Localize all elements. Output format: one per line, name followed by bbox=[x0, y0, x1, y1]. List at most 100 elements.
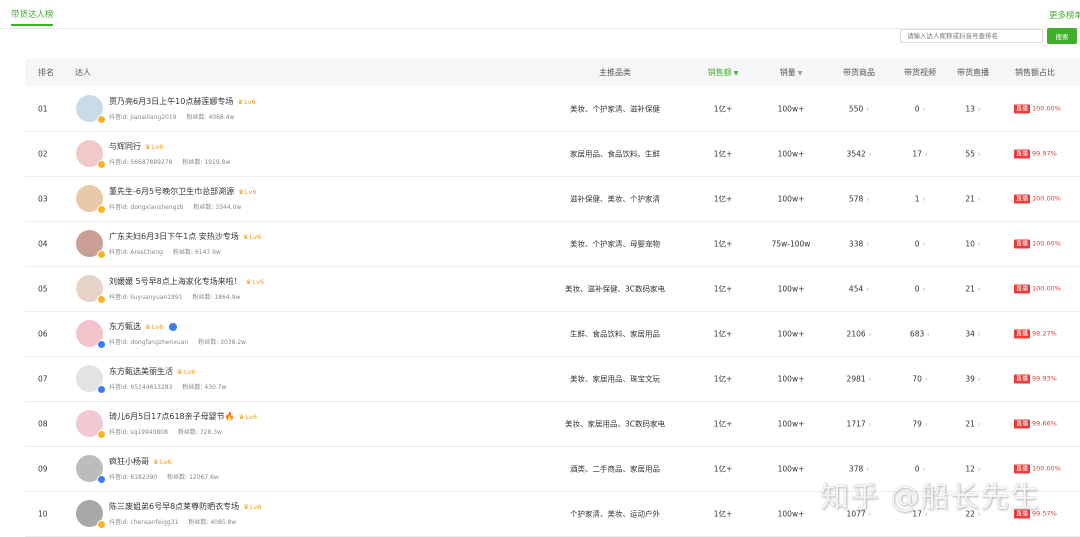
avatar[interactable] bbox=[76, 364, 106, 394]
products-count[interactable]: 1717 › bbox=[847, 419, 872, 428]
talent-name-line: 刘媛媛 5号早8点上海家化专场来啦！ Lv6 bbox=[109, 276, 264, 287]
sales-share: 直播 100.00% bbox=[1014, 194, 1061, 203]
videos-count[interactable]: 0 › bbox=[915, 464, 926, 473]
talent-name[interactable]: 东方甄选美丽生活 bbox=[109, 367, 173, 376]
main-categories: 酒类、二手商品、家居用品 bbox=[570, 464, 660, 473]
talent-name[interactable]: 东方甄选 bbox=[109, 322, 141, 331]
products-count[interactable]: 578 › bbox=[849, 194, 869, 203]
videos-count[interactable]: 683 › bbox=[910, 329, 930, 338]
talent-name[interactable]: 陈三废姐弟6号早8点莱尊防晒衣专场 bbox=[109, 502, 239, 511]
table-row[interactable]: 02 与辉同行 Lv6 抖音id: 56687889278 粉丝数: 1919.8w 家居… bbox=[25, 131, 1080, 177]
lives-count[interactable]: 39 › bbox=[965, 374, 980, 383]
talent-name[interactable]: 与辉同行 bbox=[109, 142, 141, 151]
search-input[interactable] bbox=[900, 29, 1043, 43]
verified-badge-icon bbox=[97, 474, 106, 484]
chevron-right-icon: › bbox=[922, 285, 926, 293]
videos-count[interactable]: 1 › bbox=[915, 194, 926, 203]
chevron-right-icon: › bbox=[977, 150, 981, 158]
search-button[interactable]: 搜索 bbox=[1047, 28, 1077, 44]
talent-meta: 抖音id: dongfangzhenxuan 粉丝数: 3038.2w bbox=[109, 337, 246, 346]
table-row[interactable]: 03 董先生-6月5号晚尔卫生巾总部溯源 Lv6 抖音id: dongxianshen… bbox=[25, 176, 1080, 222]
fans-label: 粉丝数: bbox=[177, 429, 198, 436]
fans-count: 12067.6w bbox=[189, 474, 219, 481]
products-count[interactable]: 2106 › bbox=[847, 329, 872, 338]
videos-value: 0 bbox=[914, 104, 920, 113]
table-row[interactable]: 08 琦儿6月5日17点618亲子母婴节🔥 Lv6 抖音id: sq19940808 粉… bbox=[25, 401, 1080, 447]
talent-name[interactable]: 刘媛媛 5号早8点上海家化专场来啦！ bbox=[109, 277, 242, 286]
talent-name-line: 东方甄选美丽生活 Lv6 bbox=[109, 366, 195, 377]
sales-amount: 1亿+ bbox=[713, 419, 733, 428]
videos-count[interactable]: 0 › bbox=[915, 239, 926, 248]
col-categories: 主推品类 bbox=[599, 68, 631, 77]
more-rankings-link[interactable]: 更多榜单 bbox=[1049, 9, 1080, 21]
videos-count[interactable]: 17 › bbox=[912, 149, 927, 158]
products-count[interactable]: 454 › bbox=[849, 284, 869, 293]
rank: 01 bbox=[38, 104, 48, 113]
sales-volume: 100w+ bbox=[777, 104, 805, 113]
products-count[interactable]: 550 › bbox=[849, 104, 869, 113]
sales-volume: 100w+ bbox=[777, 329, 805, 338]
chevron-right-icon: › bbox=[977, 330, 981, 338]
verified-badge-icon bbox=[97, 519, 106, 529]
avatar[interactable] bbox=[76, 139, 106, 169]
lives-count[interactable]: 55 › bbox=[965, 149, 980, 158]
talent-name[interactable]: 贾乃亮6月3日上午10点赫莲娜专场 bbox=[109, 97, 233, 106]
products-count[interactable]: 338 › bbox=[849, 239, 869, 248]
chevron-right-icon: › bbox=[927, 330, 931, 338]
share-value: 99.93% bbox=[1032, 374, 1057, 382]
talent-name[interactable]: 董先生-6月5号晚尔卫生巾总部溯源 bbox=[109, 187, 234, 196]
lives-count[interactable]: 21 › bbox=[965, 419, 980, 428]
fans-count: 3038.2w bbox=[220, 339, 247, 346]
chevron-right-icon: › bbox=[924, 150, 928, 158]
talent-name[interactable]: 广东夫妇6月3日下午1点 安热沙专场 bbox=[109, 232, 239, 241]
level-badge: Lv6 bbox=[237, 98, 255, 106]
talent-meta: 抖音id: liuyuanyuan1991 粉丝数: 1864.9w bbox=[109, 292, 240, 301]
talent-name[interactable]: 疯狂小杨哥 bbox=[109, 457, 149, 466]
videos-count[interactable]: 79 › bbox=[912, 419, 927, 428]
share-value: 98.27% bbox=[1032, 329, 1057, 337]
products-count[interactable]: 378 › bbox=[849, 464, 869, 473]
talent-name[interactable]: 琦儿6月5日17点618亲子母婴节 bbox=[109, 412, 225, 421]
col-sales-amount[interactable]: 销售额 ▼ bbox=[708, 67, 739, 78]
lives-count[interactable]: 13 › bbox=[965, 104, 980, 113]
douyin-id-label: 抖音id: bbox=[109, 114, 129, 121]
table-row[interactable]: 05 刘媛媛 5号早8点上海家化专场来啦！ Lv6 抖音id: liuyuanyuan… bbox=[25, 266, 1080, 312]
tab-talent-ranking[interactable]: 带货达人榜 bbox=[11, 8, 54, 20]
fans-label: 粉丝数: bbox=[186, 114, 207, 121]
table-row[interactable]: 07 东方甄选美丽生活 Lv6 抖音id: 95144613283 粉丝数: 430.7… bbox=[25, 356, 1080, 402]
lives-value: 55 bbox=[965, 149, 975, 158]
col-sales-volume[interactable]: 销量 ▼ bbox=[780, 67, 803, 78]
verified-badge-icon bbox=[97, 339, 106, 349]
fans-label: 粉丝数: bbox=[182, 384, 203, 391]
main-categories: 美妆、个护家清、母婴宠物 bbox=[570, 239, 660, 248]
table-row[interactable]: 01贾乃亮6月3日上午10点赫莲娜专场Lv6抖音id: jianailiang2… bbox=[25, 86, 1080, 132]
products-count[interactable]: 3542 › bbox=[847, 149, 872, 158]
avatar[interactable] bbox=[76, 94, 106, 124]
videos-count[interactable]: 0 › bbox=[915, 104, 926, 113]
table-row[interactable]: 06 东方甄选 Lv6 抖音id: dongfangzhenxuan 粉丝数: 3038… bbox=[25, 311, 1080, 357]
videos-count[interactable]: 0 › bbox=[915, 284, 926, 293]
videos-count[interactable]: 70 › bbox=[912, 374, 927, 383]
products-count[interactable]: 2981 › bbox=[847, 374, 872, 383]
live-tag: 直播 bbox=[1014, 374, 1031, 383]
fans-count: 728.3w bbox=[199, 429, 222, 436]
avatar[interactable] bbox=[76, 499, 106, 529]
lives-count[interactable]: 12 › bbox=[965, 464, 980, 473]
avatar[interactable] bbox=[76, 319, 106, 349]
col-rank: 排名 bbox=[38, 68, 54, 77]
lives-count[interactable]: 10 › bbox=[965, 239, 980, 248]
videos-value: 683 bbox=[909, 329, 925, 338]
avatar[interactable] bbox=[76, 409, 106, 439]
lives-count[interactable]: 21 › bbox=[965, 194, 980, 203]
sales-volume: 100w+ bbox=[777, 374, 805, 383]
table-row[interactable]: 04 广东夫妇6月3日下午1点 安热沙专场 Lv6 抖音id: AresCheng 粉丝… bbox=[25, 221, 1080, 267]
avatar[interactable] bbox=[76, 184, 106, 214]
avatar[interactable] bbox=[76, 229, 106, 259]
ranking-table: 排名 达人 主推品类 销售额 ▼ 销量 ▼ 带货商品 带货视频 带货直播 销售额占比… bbox=[25, 59, 1080, 537]
avatar[interactable] bbox=[76, 274, 106, 304]
avatar[interactable] bbox=[76, 454, 106, 484]
sales-amount: 1亿+ bbox=[713, 194, 733, 203]
lives-count[interactable]: 34 › bbox=[965, 329, 980, 338]
lives-count[interactable]: 21 › bbox=[965, 284, 980, 293]
sales-amount: 1亿+ bbox=[713, 374, 733, 383]
